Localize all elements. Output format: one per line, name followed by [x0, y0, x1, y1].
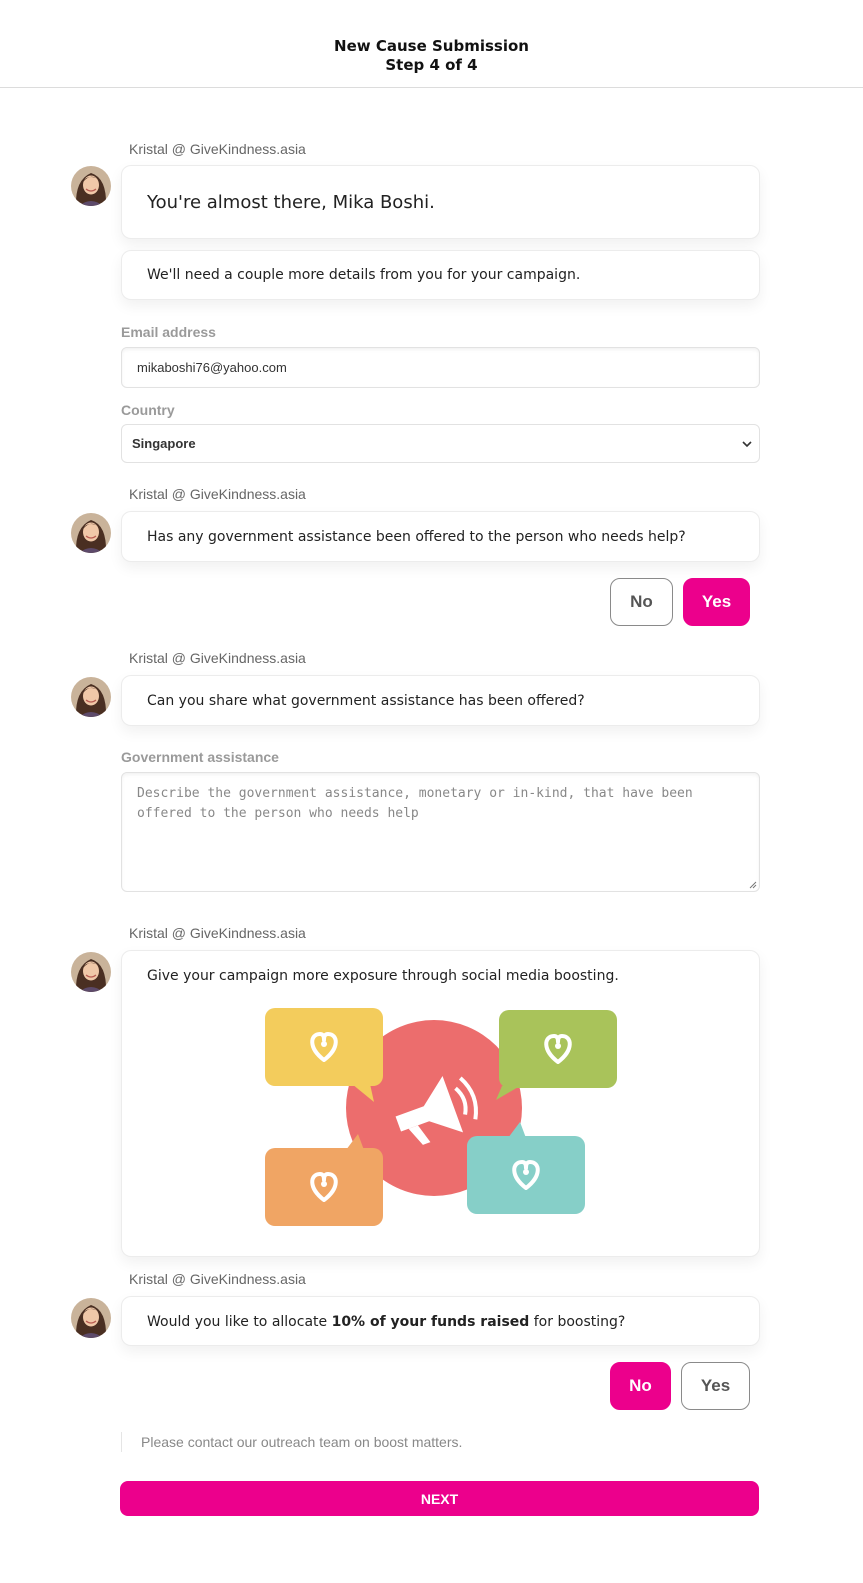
message-text: We'll need a couple more details from yo… — [147, 267, 581, 283]
page-title: New Cause Submission — [334, 37, 529, 55]
message-bubble-details: We'll need a couple more details from yo… — [121, 250, 760, 300]
allocate-bold: 10% of your funds raised — [331, 1314, 530, 1330]
message-text: Would you like to allocate 10% of your f… — [147, 1314, 625, 1330]
boost-no-button[interactable]: No — [610, 1362, 671, 1410]
message-bubble-greeting: You're almost there, Mika Boshi. — [121, 165, 760, 239]
message-bubble-allocate: Would you like to allocate 10% of your f… — [121, 1296, 760, 1346]
sender-name: Kristal @ GiveKindness.asia — [129, 925, 306, 941]
avatar — [71, 513, 111, 553]
step-indicator: Step 4 of 4 — [385, 56, 478, 74]
gov-assistance-placeholder: Describe the government assistance, mone… — [137, 786, 693, 821]
message-text: You're almost there, Mika Boshi. — [147, 192, 435, 213]
country-select[interactable]: Singapore — [121, 424, 760, 463]
message-bubble-exposure: Give your campaign more exposure through… — [121, 950, 760, 1257]
email-label: Email address — [121, 324, 216, 340]
email-value: mikaboshi76@yahoo.com — [137, 360, 287, 375]
outreach-note: Please contact our outreach team on boos… — [121, 1432, 462, 1452]
country-value: Singapore — [132, 436, 196, 451]
bubble-green — [496, 1010, 617, 1100]
chevron-down-icon — [742, 441, 752, 448]
boost-yes-button[interactable]: Yes — [681, 1362, 750, 1410]
avatar — [71, 677, 111, 717]
sender-name: Kristal @ GiveKindness.asia — [129, 486, 306, 502]
sender-name: Kristal @ GiveKindness.asia — [129, 650, 306, 666]
message-text: Has any government assistance been offer… — [147, 529, 686, 545]
gov-no-button[interactable]: No — [610, 578, 673, 626]
page-header: New Cause Submission Step 4 of 4 — [0, 0, 863, 88]
email-field[interactable]: mikaboshi76@yahoo.com — [121, 347, 760, 388]
sender-name: Kristal @ GiveKindness.asia — [129, 1271, 306, 1287]
avatar — [71, 166, 111, 206]
next-button[interactable]: NEXT — [120, 1481, 759, 1516]
message-text: Give your campaign more exposure through… — [147, 968, 619, 984]
allocate-prefix: Would you like to allocate — [147, 1314, 332, 1330]
message-bubble-gov-share: Can you share what government assistance… — [121, 675, 760, 726]
bubble-yellow — [265, 1008, 383, 1102]
message-bubble-gov-question: Has any government assistance been offer… — [121, 511, 760, 562]
country-label: Country — [121, 402, 175, 418]
message-text: Can you share what government assistance… — [147, 693, 585, 709]
sender-name: Kristal @ GiveKindness.asia — [129, 141, 306, 157]
gov-assistance-textarea[interactable]: Describe the government assistance, mone… — [121, 772, 760, 892]
boosting-illustration — [265, 1008, 617, 1226]
gov-assistance-label: Government assistance — [121, 749, 279, 765]
gov-yes-button[interactable]: Yes — [683, 578, 750, 626]
allocate-suffix: for boosting? — [529, 1314, 626, 1330]
avatar — [71, 1298, 111, 1338]
resize-grip-icon[interactable] — [748, 880, 757, 889]
avatar — [71, 952, 111, 992]
